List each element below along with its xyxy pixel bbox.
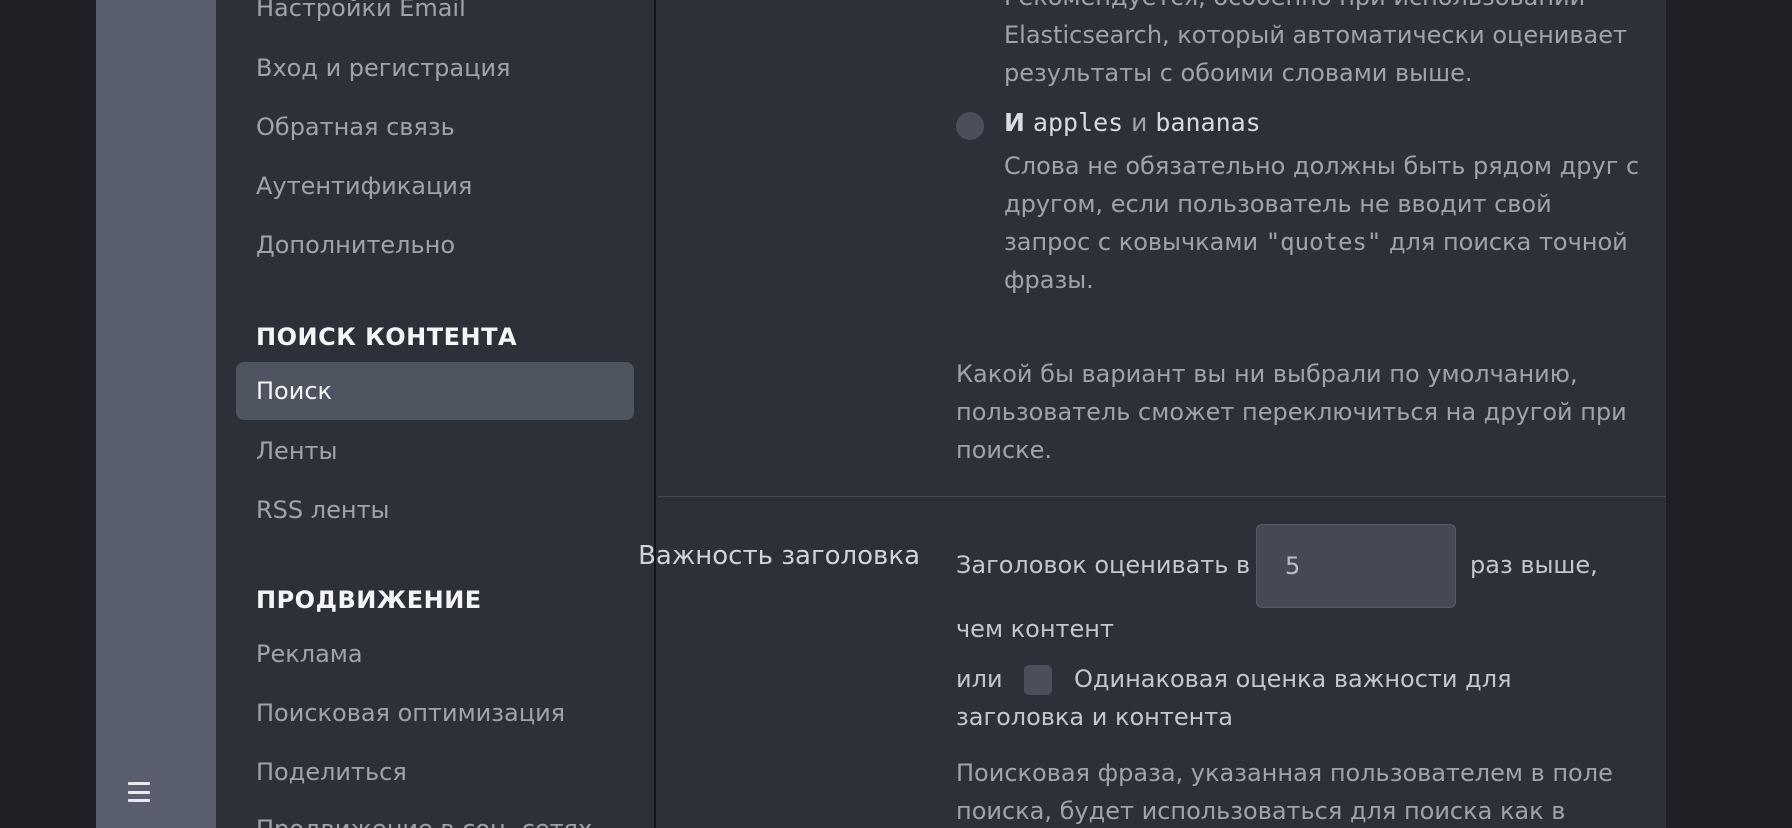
sidebar-item-social-promotion[interactable]: Продвижение в соц. сетях xyxy=(256,815,592,828)
and-option-label[interactable]: И apples и bananas xyxy=(1004,108,1261,137)
sidebar-item-email-settings[interactable]: Настройки Email xyxy=(256,0,466,22)
equal-option-or: или xyxy=(956,665,1003,693)
default-switch-note: Какой бы вариант вы ни выбрали по умолча… xyxy=(956,360,1627,464)
section-divider xyxy=(658,496,1666,497)
sidebar-item-share[interactable]: Поделиться xyxy=(256,758,407,786)
sidebar-item-ads[interactable]: Реклама xyxy=(256,640,363,668)
hamburger-menu-icon[interactable] xyxy=(128,782,152,802)
sidebar-item-search[interactable]: Поиск xyxy=(236,362,634,420)
search-settings-panel: Рекомендуется, особенно при использовани… xyxy=(638,0,1666,828)
app-window: Настройки Email Вход и регистрация Обрат… xyxy=(96,0,1666,828)
sidebar-item-login-registration[interactable]: Вход и регистрация xyxy=(256,54,511,82)
and-option-description: Слова не обязательно должны быть рядом д… xyxy=(1004,152,1640,294)
section-heading-promotion: ПРОДВИЖЕНИЕ xyxy=(256,586,482,614)
title-weight-input[interactable] xyxy=(1256,524,1456,608)
sidebar-item-seo[interactable]: Поисковая оптимизация xyxy=(256,699,565,727)
settings-sidebar: Настройки Email Вход и регистрация Обрат… xyxy=(216,0,656,828)
sidebar-item-authentication[interactable]: Аутентификация xyxy=(256,172,472,200)
sidebar-item-advanced[interactable]: Дополнительно xyxy=(256,231,455,259)
search-phrase-note: Поисковая фраза, указанная пользователем… xyxy=(956,759,1613,825)
sidebar-item-feedback[interactable]: Обратная связь xyxy=(256,113,455,141)
equal-option-label-line1[interactable]: Одинаковая оценка важности для xyxy=(1074,660,1512,698)
title-weight-prefix: Заголовок оценивать в xyxy=(956,551,1251,579)
and-option-radio[interactable] xyxy=(956,112,984,140)
title-importance-label: Важность заголовка xyxy=(638,541,920,571)
recommend-description: Рекомендуется, особенно при использовани… xyxy=(1004,0,1627,87)
title-weight-suffix: раз выше, xyxy=(1470,551,1598,579)
section-heading-content-search: ПОИСК КОНТЕНТА xyxy=(256,323,518,351)
equal-importance-checkbox[interactable] xyxy=(1024,665,1052,695)
sidebar-item-rss-feeds[interactable]: RSS ленты xyxy=(256,496,390,524)
left-rail xyxy=(96,0,216,828)
title-weight-line2: чем контент xyxy=(956,615,1114,643)
equal-option-label-line2[interactable]: заголовка и контента xyxy=(956,698,1233,736)
sidebar-item-feeds[interactable]: Ленты xyxy=(256,437,337,465)
